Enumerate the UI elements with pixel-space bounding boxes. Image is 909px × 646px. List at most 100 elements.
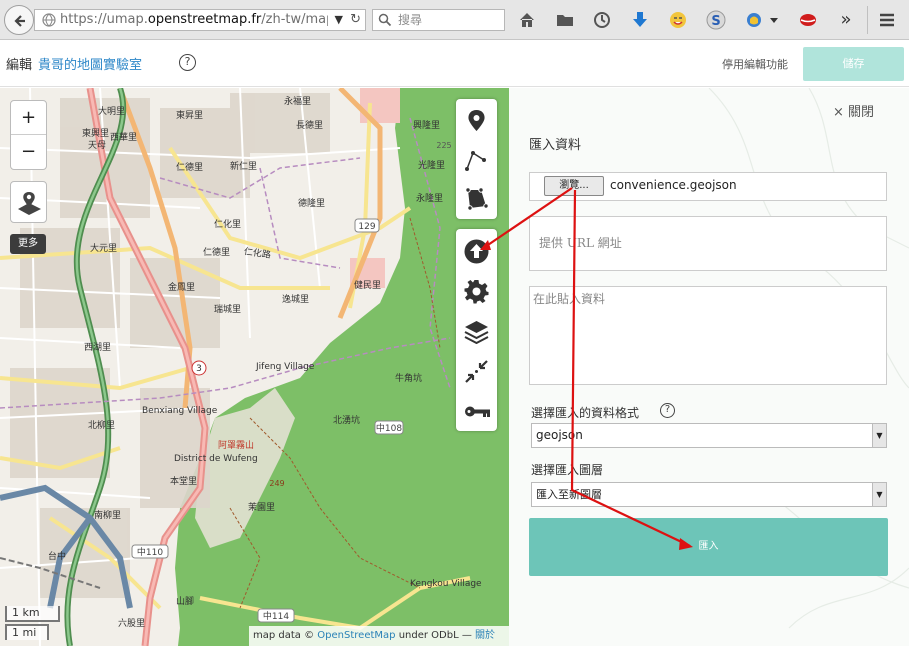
layers-icon: [464, 321, 489, 344]
gear-icon: [464, 280, 489, 304]
svg-text:249: 249: [269, 479, 284, 488]
scale-mi: 1 mi: [5, 624, 49, 640]
map-label: 仁德里: [176, 163, 204, 173]
import-button[interactable]: 匯入: [529, 518, 888, 576]
map-label: 仁德里: [203, 248, 231, 258]
map-label: 長德里: [296, 121, 324, 131]
umap-header: 編輯 貴哥的地圖實驗室 ? 停用編輯功能: [0, 41, 909, 87]
search-bar[interactable]: 搜尋: [372, 9, 505, 31]
browse-button[interactable]: 瀏覽...: [544, 176, 604, 196]
edit-label: 編輯: [6, 58, 33, 73]
toolbar-separator: [867, 6, 868, 34]
search-placeholder: 搜尋: [398, 13, 423, 27]
zoom-out-button[interactable]: −: [11, 135, 46, 169]
map-label: 北湧坑: [333, 416, 361, 426]
globe-icon: [42, 13, 56, 27]
map-label: 牛角坑: [395, 374, 423, 384]
panel-title: 匯入資料: [529, 138, 582, 153]
map-label: 永福里: [284, 97, 312, 107]
lips-extension-icon[interactable]: [797, 9, 819, 31]
layers-map-icon: [18, 192, 41, 215]
map-label: 本堂里: [170, 477, 198, 487]
download-icon[interactable]: [629, 9, 651, 31]
svg-text:中110: 中110: [137, 546, 163, 558]
map-label: 西華里: [110, 133, 138, 143]
url-dropdown-icon[interactable]: ▼: [335, 10, 343, 30]
map-label: 阿罩霧山: [218, 441, 255, 451]
map-label: 金鳳里: [168, 283, 196, 293]
draw-polygon-button[interactable]: [456, 179, 497, 217]
format-help-icon[interactable]: ?: [660, 403, 675, 418]
smiley-extension-icon[interactable]: [667, 9, 689, 31]
map-label: 光隆里: [418, 161, 446, 171]
draw-polyline-button[interactable]: [456, 140, 497, 178]
help-icon[interactable]: ?: [179, 54, 196, 71]
svg-text:中108: 中108: [376, 422, 402, 434]
map-label: 逸城里: [282, 295, 310, 305]
map-attribution: map data © OpenStreetMap under ODbL — 關於: [249, 626, 509, 646]
about-link[interactable]: 關於: [475, 630, 495, 641]
center-zoom-button[interactable]: [456, 352, 497, 390]
scale-bar: 1 km 1 mi: [5, 606, 65, 640]
search-icon: [378, 13, 392, 27]
map-name-link[interactable]: 貴哥的地圖實驗室: [38, 54, 142, 73]
close-panel-button[interactable]: × 關閉: [833, 101, 874, 120]
zoom-in-button[interactable]: +: [11, 101, 46, 135]
layers-locate-button[interactable]: [10, 181, 47, 223]
map-label: 大元里: [90, 244, 118, 254]
map-label: 永隆里: [416, 194, 444, 204]
map-label: 新仁里: [230, 162, 258, 172]
paste-data-textarea[interactable]: 在此貼入資料: [529, 286, 887, 385]
home-icon[interactable]: [516, 9, 538, 31]
layer-label: 選擇匯入圖層: [531, 463, 604, 477]
overflow-menu-icon[interactable]: »: [835, 9, 857, 31]
map-label: 六股里: [118, 619, 146, 629]
map-label: 天母: [88, 141, 107, 151]
back-arrow-icon: [14, 15, 25, 27]
back-button[interactable]: [4, 5, 34, 35]
selected-file-name: convenience.geojson: [610, 178, 737, 192]
svg-text:中114: 中114: [263, 610, 289, 622]
import-data-button[interactable]: [456, 232, 497, 270]
map-settings-button[interactable]: [456, 272, 497, 310]
map-label: Benxiang Village: [142, 406, 218, 416]
map-label: Jifeng Village: [256, 362, 315, 372]
manage-layers-button[interactable]: [456, 312, 497, 350]
svg-text:129: 129: [358, 222, 375, 232]
folder-icon[interactable]: [554, 9, 576, 31]
settings-toolbar: [456, 229, 497, 431]
svg-text:3: 3: [196, 364, 202, 374]
chevron-down-icon: ▼: [872, 424, 886, 447]
more-controls-button[interactable]: 更多: [10, 234, 46, 254]
polygon-icon: [465, 187, 489, 211]
addon-menu-icon[interactable]: [743, 9, 783, 31]
permissions-button[interactable]: [456, 392, 497, 430]
history-icon[interactable]: [591, 9, 613, 31]
map-label: 瑞城里: [214, 305, 242, 315]
osm-link[interactable]: OpenStreetMap: [317, 630, 395, 641]
format-select[interactable]: geojson ▼: [531, 423, 887, 448]
map-label: 台中: [48, 552, 67, 562]
map-label: 北柳里: [88, 421, 116, 431]
s-extension-icon[interactable]: S: [705, 9, 727, 31]
format-label: 選擇匯入的資料格式: [531, 406, 640, 420]
map-label: 健民里: [354, 281, 382, 291]
map-label: 山腳: [176, 597, 195, 607]
hamburger-menu-icon[interactable]: [876, 9, 898, 31]
scale-km: 1 km: [5, 606, 60, 622]
map-label: Kengkou Village: [410, 579, 482, 589]
url-text: https://umap.openstreetmap.fr/zh-tw/map: [60, 12, 328, 27]
svg-text:225: 225: [436, 141, 451, 150]
url-bar[interactable]: https://umap.openstreetmap.fr/zh-tw/map …: [34, 9, 366, 31]
marker-icon: [468, 110, 485, 131]
map-label: 東昇里: [176, 111, 204, 121]
url-input[interactable]: 提供 URL 網址: [529, 216, 887, 271]
draw-marker-button[interactable]: [456, 101, 497, 139]
map-canvas[interactable]: 129 中108 中110 中114 3 249 225 大明里 東昇里 天母 …: [0, 88, 509, 646]
layer-select[interactable]: 匯入至新圖層 ▼: [531, 482, 887, 507]
disable-edit-button[interactable]: 停用編輯功能: [722, 56, 788, 72]
reload-icon[interactable]: ↻: [350, 10, 361, 30]
map-label: District de Wufeng: [174, 454, 258, 464]
svg-text:S: S: [711, 14, 720, 29]
save-button[interactable]: 儲存: [803, 47, 904, 81]
